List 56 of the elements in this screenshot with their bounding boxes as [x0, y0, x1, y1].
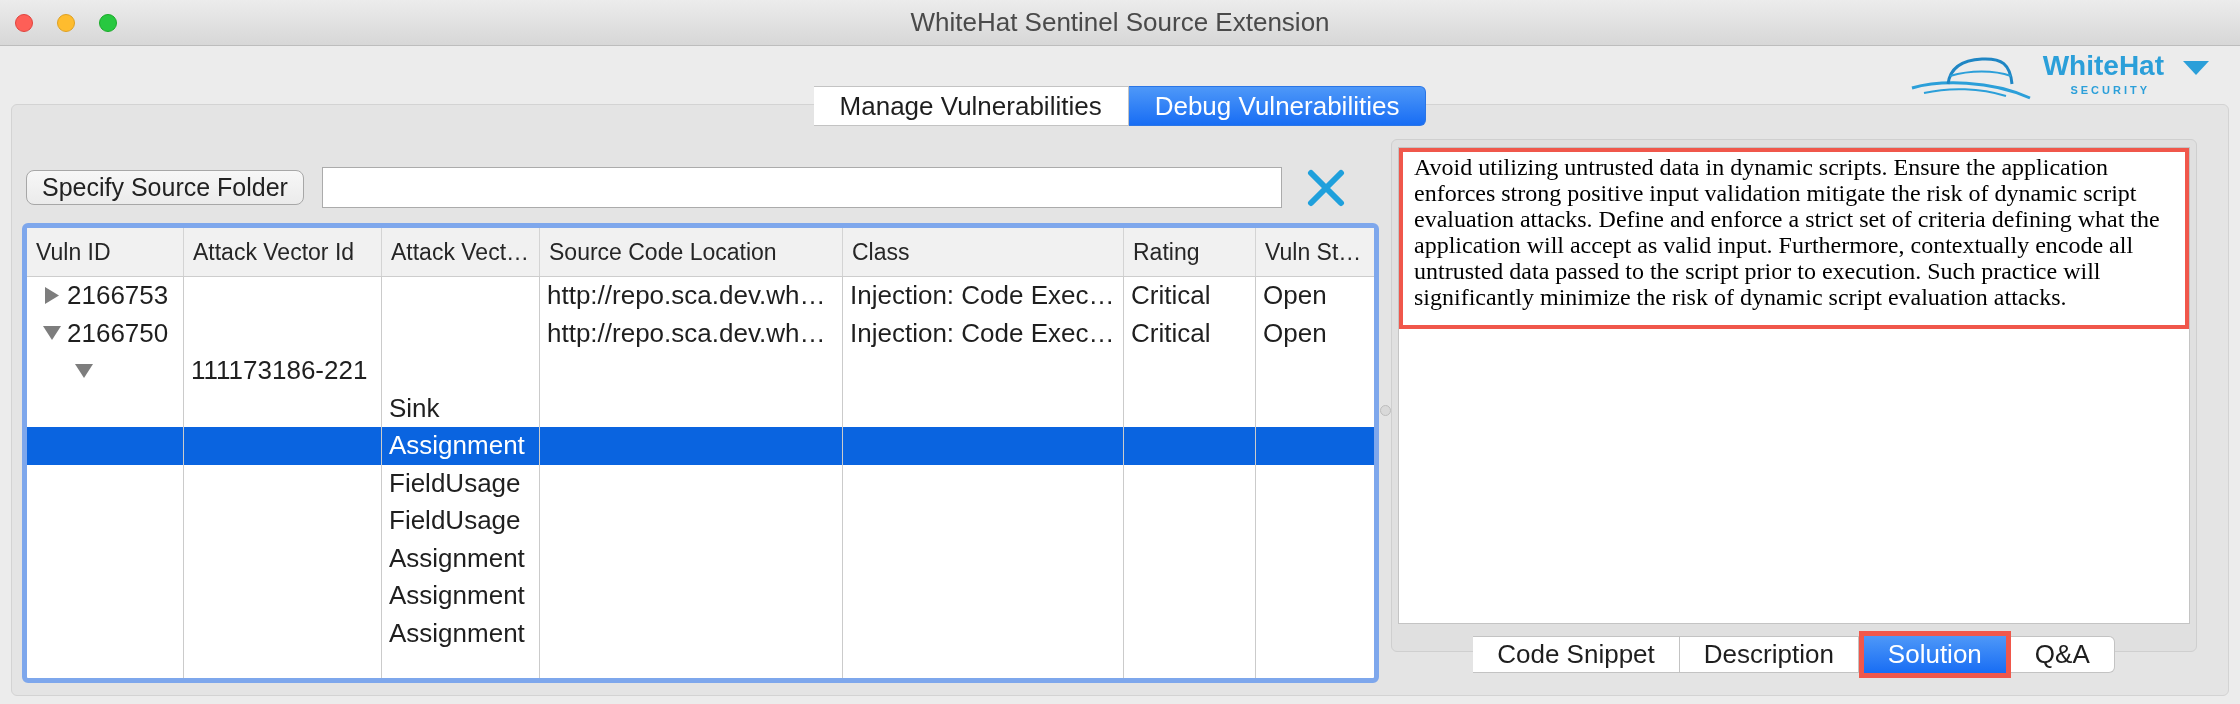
- maximize-window-icon[interactable]: [99, 13, 117, 32]
- column-header[interactable]: Class: [852, 238, 910, 266]
- tree-row[interactable]: 111173186-221: [27, 352, 1374, 390]
- splitter-handle-icon[interactable]: [1379, 405, 1391, 416]
- table-cell: Open: [1263, 317, 1327, 349]
- table-cell: Assignment: [389, 430, 525, 462]
- table-cell: http://repo.sca.dev.wh…: [547, 317, 826, 349]
- window-title: WhiteHat Sentinel Source Extension: [910, 7, 1330, 38]
- disclosure-triangle-icon[interactable]: [43, 326, 61, 341]
- close-icon[interactable]: [1307, 168, 1345, 207]
- tree-row[interactable]: Assignment: [27, 577, 1374, 615]
- column-header[interactable]: Vuln ID: [36, 238, 111, 266]
- table-cell: Injection: Code Exec…: [850, 317, 1115, 349]
- disclosure-triangle-icon[interactable]: [45, 287, 59, 305]
- tree-row[interactable]: 2166753 http://repo.sca.dev.wh… Injection: Code Exec… Critical Open: [27, 277, 1374, 315]
- table-cell: 2166753: [67, 280, 169, 312]
- table-cell: Critical: [1131, 280, 1211, 312]
- solution-text: Avoid utilizing untrusted data in dynamic scripts. Ensure the application enforces strong positive input validation mitigate the risk of dynamic script evaluation attacks. Define and enforce a strict set of criteria defining what the application will accept as valid input. Furthermore, contextually encode all untrusted data passed to the script prior to execution. Such practice will significantly minimize the risk of dynamic script evaluation attacks.: [1414, 154, 2161, 310]
- tab[interactable]: Description: [1679, 636, 1859, 673]
- tab[interactable]: Q&A: [2010, 636, 2115, 673]
- table-cell: Critical: [1131, 317, 1211, 349]
- table-cell: Injection: Code Exec…: [850, 280, 1115, 312]
- column-header[interactable]: Vuln St…: [1265, 238, 1362, 266]
- table-cell: FieldUsage: [389, 505, 521, 537]
- minimize-window-icon[interactable]: [57, 13, 75, 32]
- table-cell: Assignment: [389, 542, 525, 574]
- column-header[interactable]: Rating: [1133, 238, 1200, 266]
- tab[interactable]: Manage Vulnerabilities: [813, 86, 1129, 126]
- table-cell: 111173186-221: [191, 355, 368, 387]
- tree-row[interactable]: Assignment: [27, 539, 1374, 577]
- source-folder-button[interactable]: Specify Source Folder: [26, 170, 304, 205]
- hat-logo-icon: [1909, 54, 2032, 100]
- tab[interactable]: Debug Vulnerabilities: [1128, 86, 1427, 126]
- table-cell: Assignment: [389, 580, 525, 612]
- tab[interactable]: Solution: [1858, 631, 2011, 678]
- logo-tagline: SECURITY: [2070, 84, 2150, 96]
- tab[interactable]: Code Snippet: [1473, 636, 1680, 673]
- table-cell: 2166750: [67, 317, 169, 349]
- table-cell: Assignment: [389, 617, 525, 649]
- folder-path-field[interactable]: [321, 167, 1282, 208]
- table-cell: FieldUsage: [389, 467, 521, 499]
- tree-row[interactable]: FieldUsage: [27, 502, 1374, 540]
- tree-row[interactable]: Assignment: [27, 427, 1374, 465]
- table-cell: Open: [1263, 280, 1327, 312]
- disclosure-triangle-icon[interactable]: [75, 363, 93, 378]
- column-header[interactable]: Attack Vect…: [391, 238, 530, 266]
- column-header[interactable]: Source Code Location: [549, 238, 777, 266]
- tree-row[interactable]: Assignment: [27, 614, 1374, 652]
- table-cell: Sink: [389, 392, 440, 424]
- caret-icon[interactable]: [2183, 61, 2209, 75]
- column-header[interactable]: Attack Vector Id: [193, 238, 355, 266]
- tree-row[interactable]: 2166750 http://repo.sca.dev.wh… Injection: Code Exec… Critical Open: [27, 314, 1374, 352]
- logo-text: WhiteHat: [2042, 51, 2164, 81]
- close-window-icon[interactable]: [15, 13, 33, 32]
- table-cell: http://repo.sca.dev.wh…: [547, 280, 826, 312]
- tree-row[interactable]: FieldUsage: [27, 464, 1374, 502]
